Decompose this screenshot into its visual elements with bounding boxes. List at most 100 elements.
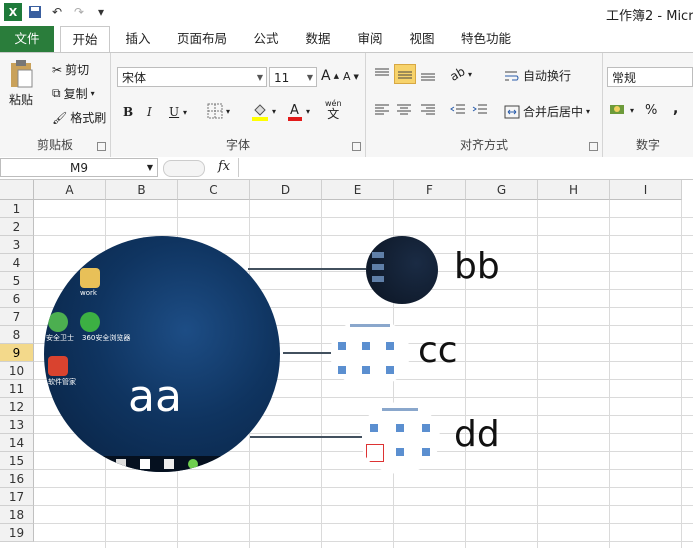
callout-image-bb[interactable] [366,236,438,304]
row-header[interactable]: 3 [0,236,34,254]
underline-button[interactable]: U [169,105,179,119]
tab-review[interactable]: 审阅 [348,26,392,52]
row-header[interactable]: 5 [0,272,34,290]
orientation-button[interactable]: ab ▾ [448,64,472,84]
bold-button[interactable]: B [123,105,133,119]
callout-image-cc[interactable] [330,318,410,388]
column-header[interactable]: A [34,180,106,200]
insert-function-icon[interactable]: fx [218,159,230,174]
redo-icon[interactable]: ↷ [70,3,88,21]
tab-view[interactable]: 视图 [400,26,444,52]
number-format-select[interactable]: 常规 [607,67,693,87]
align-middle-button[interactable] [394,64,416,84]
tab-formulas[interactable]: 公式 [244,26,288,52]
column-header[interactable]: G [466,180,538,200]
formula-bar: M9 ▼ fx [0,157,693,180]
row-header[interactable]: 14 [0,434,34,452]
italic-button[interactable]: I [147,105,152,119]
row-header[interactable]: 15 [0,452,34,470]
column-header[interactable]: B [106,180,178,200]
wrap-text-button[interactable]: 自动换行 [504,67,571,84]
title-bar: X ↶ ↷ ▾ 工作簿2 - Micr [0,0,693,27]
shrink-font-button[interactable]: A ▼ [343,70,359,83]
alignment-launcher-icon[interactable] [589,142,598,151]
underline-dropdown[interactable]: ▾ [183,108,187,117]
column-header[interactable]: D [250,180,322,200]
increase-indent-icon [472,104,487,114]
currency-button[interactable]: ▾ [609,103,634,117]
tab-page-layout[interactable]: 页面布局 [170,26,234,52]
row-header[interactable]: 19 [0,524,34,542]
thumb-detail [422,424,430,432]
grow-font-button[interactable]: A ▲ [321,68,339,84]
phonetic-button[interactable]: wén 文 [325,99,342,121]
row-header[interactable]: 7 [0,308,34,326]
select-all-corner[interactable] [0,180,34,200]
merge-center-button[interactable]: 合并后居中 ▾ [504,103,590,120]
row-header[interactable]: 1 [0,200,34,218]
column-header[interactable]: C [178,180,250,200]
formula-bar-expand[interactable] [163,160,205,177]
format-painter-button[interactable]: 🖌 格式刷 [52,109,106,126]
decrease-indent-button[interactable] [450,103,466,117]
align-top-button[interactable] [374,67,390,81]
row-header[interactable]: 16 [0,470,34,488]
callout-label-cc: cc [418,330,458,371]
fill-color-button[interactable]: ▾ [251,101,276,121]
cut-button[interactable]: ✂ 剪切 [52,61,89,78]
row-header[interactable]: 13 [0,416,34,434]
ribbon-tabs: 文件 开始 插入 页面布局 公式 数据 审阅 视图 特色功能 [0,26,693,53]
column-header[interactable]: F [394,180,466,200]
name-box[interactable]: M9 ▼ [0,158,158,177]
thumb-detail [396,424,404,432]
merge-center-icon [504,105,520,118]
increase-indent-button[interactable] [472,103,488,117]
row-header[interactable]: 18 [0,506,34,524]
paste-button[interactable]: 粘贴 [8,59,34,108]
grid-line [34,541,693,542]
tab-special[interactable]: 特色功能 [454,26,518,52]
percent-button[interactable]: % [645,103,657,118]
row-header[interactable]: 10 [0,362,34,380]
tab-home[interactable]: 开始 [60,26,110,53]
callout-image-dd[interactable] [360,402,440,474]
font-launcher-icon[interactable] [352,142,361,151]
align-left-button[interactable] [374,103,390,117]
align-right-button[interactable] [420,103,436,117]
row-header[interactable]: 12 [0,398,34,416]
font-name-select[interactable]: 宋体 ▼ [117,67,267,87]
column-header[interactable]: H [538,180,610,200]
clipboard-launcher-icon[interactable] [97,142,106,151]
save-icon[interactable] [26,3,44,21]
row-header[interactable]: 2 [0,218,34,236]
align-bottom-button[interactable] [420,67,436,81]
folder-icon [80,268,100,288]
grid-line [34,487,693,488]
font-color-button[interactable]: A ▾ [287,101,310,121]
row-header[interactable]: 8 [0,326,34,344]
row-header[interactable]: 4 [0,254,34,272]
customize-qat-icon[interactable]: ▾ [92,3,110,21]
align-middle-icon [398,71,412,79]
border-button[interactable]: ▾ [207,103,230,119]
browser-icon [80,312,100,332]
row-header[interactable]: 6 [0,290,34,308]
column-header[interactable]: I [610,180,682,200]
desktop-screenshot-circle[interactable]: work 安全卫士 360安全浏览器 软件管家 aa [44,236,280,472]
font-size-select[interactable]: 11 ▼ [269,67,317,87]
taskbar-app-icon [116,459,126,469]
brush-icon: 🖌 [52,110,68,125]
formula-input[interactable] [238,158,693,177]
copy-button[interactable]: ⧉ 复制 ▾ [52,85,95,102]
comma-button[interactable]: , [673,101,678,117]
tab-file[interactable]: 文件 [0,26,54,52]
taskbar-mail-icon [164,459,174,469]
tab-data[interactable]: 数据 [296,26,340,52]
align-center-button[interactable] [396,103,412,117]
undo-icon[interactable]: ↶ [48,3,66,21]
tab-insert[interactable]: 插入 [116,26,160,52]
row-header[interactable]: 9 [0,344,34,362]
row-header[interactable]: 11 [0,380,34,398]
column-header[interactable]: E [322,180,394,200]
row-header[interactable]: 17 [0,488,34,506]
